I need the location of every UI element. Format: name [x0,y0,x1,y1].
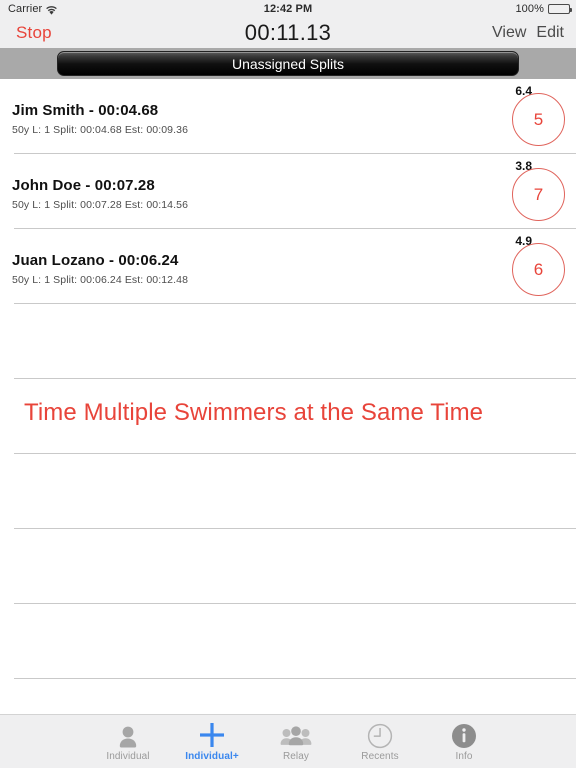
tab-individual-plus[interactable]: Individual+ [170,721,254,762]
tab-info[interactable]: Info [422,721,506,762]
unassigned-splits-button[interactable]: Unassigned Splits [57,51,519,76]
table-row-promo[interactable]: Time Multiple Swimmers at the Same Time [0,379,576,454]
table-row-empty[interactable] [0,604,576,679]
swimmer-name: Juan Lozano - 00:06.24 [12,252,179,269]
table-row[interactable]: Juan Lozano - 00:06.24 50y L: 1 Split: 0… [0,229,576,304]
view-button[interactable]: View [492,24,526,42]
tab-recents[interactable]: Recents [338,721,422,762]
table-row-empty[interactable] [0,454,576,529]
swimmer-detail: 50y L: 1 Split: 00:04.68 Est: 00:09.36 [12,124,189,136]
person-icon [117,721,139,749]
navigation-bar-right: View Edit [492,24,564,42]
swimmer-detail: 50y L: 1 Split: 00:07.28 Est: 00:14.56 [12,199,189,211]
battery-full-icon [548,4,572,14]
swimmer-detail: 50y L: 1 Split: 00:06.24 Est: 00:12.48 [12,274,189,286]
lane-badge[interactable]: 5 [512,93,565,146]
tab-label: Recents [361,751,399,762]
tab-bar: Individual Individual+ Relay Recents Inf… [0,714,576,768]
table-row[interactable]: Jim Smith - 00:04.68 50y L: 1 Split: 00:… [0,79,576,154]
table-row[interactable]: John Doe - 00:07.28 50y L: 1 Split: 00:0… [0,154,576,229]
info-circle-icon [451,721,477,749]
app-root: Carrier 12:42 PM 100% Stop 00:11.13 View… [0,0,576,768]
tab-relay[interactable]: Relay [254,721,338,762]
table-row-empty[interactable] [0,529,576,604]
people-group-icon [280,721,312,749]
promo-message: Time Multiple Swimmers at the Same Time [24,399,484,426]
unassigned-splits-band: Unassigned Splits [0,48,576,79]
status-bar-right: 100% [515,3,572,15]
clock-icon [367,721,393,749]
tab-label: Info [455,751,473,762]
row-separator [14,678,576,679]
swimmer-name: John Doe - 00:07.28 [12,177,155,194]
tab-label: Individual [106,751,150,762]
plus-icon [198,721,226,749]
tab-individual[interactable]: Individual [86,721,170,762]
navigation-bar: Stop 00:11.13 View Edit [0,18,576,48]
timer-display: 00:11.13 [244,20,332,45]
table-row-empty[interactable] [0,304,576,379]
lane-badge[interactable]: 7 [512,168,565,221]
status-bar: Carrier 12:42 PM 100% [0,0,576,18]
status-bar-clock: 12:42 PM [263,3,313,15]
edit-button[interactable]: Edit [536,24,564,42]
splits-list[interactable]: Jim Smith - 00:04.68 50y L: 1 Split: 00:… [0,79,576,707]
tab-label: Individual+ [185,751,239,762]
tab-label: Relay [282,751,310,762]
swimmer-name: Jim Smith - 00:04.68 [12,102,159,119]
tab-bar-items: Individual Individual+ Relay Recents Inf… [86,721,506,762]
battery-percent-label: 100% [515,3,544,15]
lane-badge[interactable]: 6 [512,243,565,296]
